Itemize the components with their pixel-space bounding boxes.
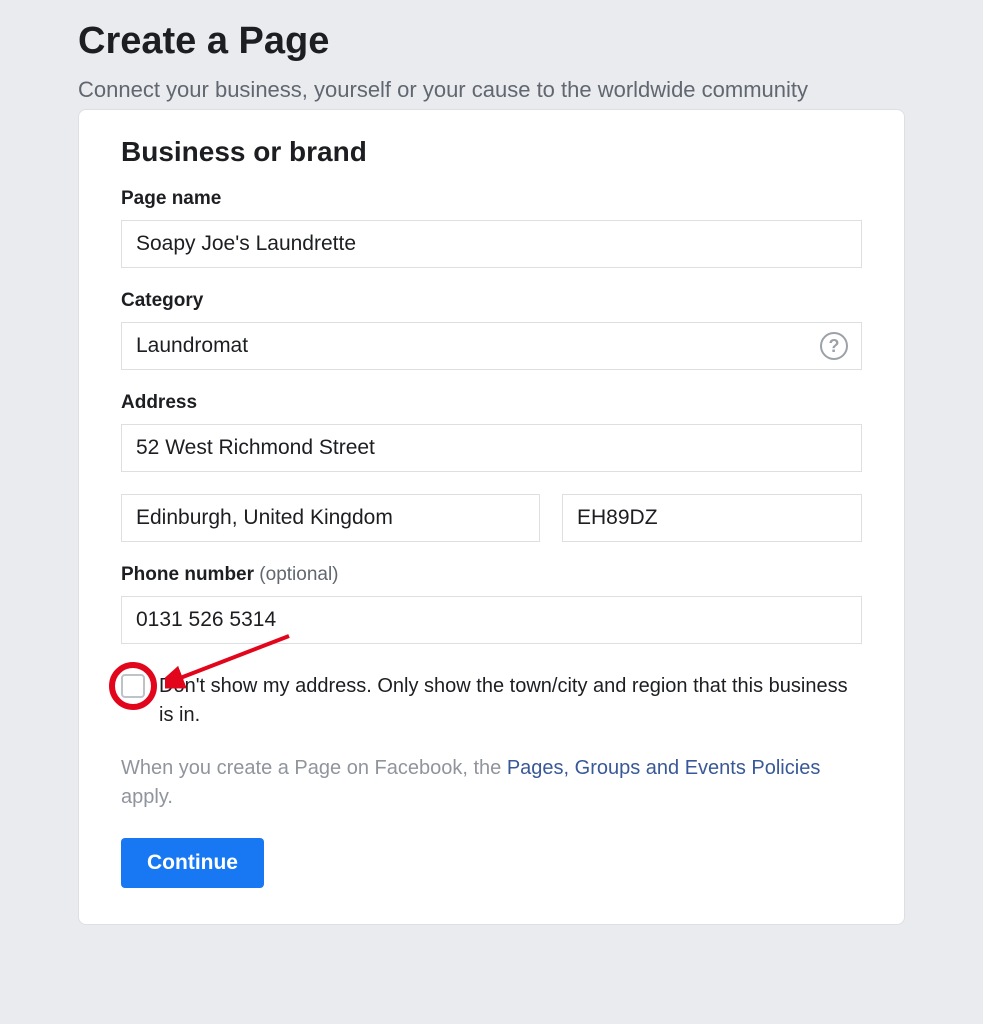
help-icon[interactable]: ? [820, 332, 848, 360]
hide-address-label: Don't show my address. Only show the tow… [159, 672, 862, 730]
policy-suffix: apply. [121, 786, 173, 808]
hide-address-checkbox[interactable] [121, 674, 145, 698]
section-title: Business or brand [121, 136, 862, 168]
policy-link[interactable]: Pages, Groups and Events Policies [507, 757, 821, 779]
category-input[interactable] [121, 322, 862, 370]
address-label: Address [121, 392, 862, 414]
city-input[interactable] [121, 494, 540, 542]
policy-prefix: When you create a Page on Facebook, the [121, 757, 507, 779]
address-group: Address [121, 392, 862, 542]
page-name-label: Page name [121, 188, 862, 210]
form-card: Business or brand Page name Category ? A… [78, 109, 905, 925]
phone-label: Phone number (optional) [121, 564, 862, 586]
phone-label-text: Phone number [121, 564, 254, 585]
page-name-group: Page name [121, 188, 862, 268]
phone-optional-text: (optional) [254, 564, 339, 585]
street-input[interactable] [121, 424, 862, 472]
page-subtitle: Connect your business, yourself or your … [78, 77, 905, 103]
policy-text: When you create a Page on Facebook, the … [121, 754, 862, 812]
hide-address-row: Don't show my address. Only show the tow… [121, 672, 862, 730]
phone-group: Phone number (optional) [121, 564, 862, 644]
zip-input[interactable] [562, 494, 862, 542]
category-group: Category ? [121, 290, 862, 370]
phone-input[interactable] [121, 596, 862, 644]
category-label: Category [121, 290, 862, 312]
page-title: Create a Page [78, 20, 905, 63]
page-name-input[interactable] [121, 220, 862, 268]
continue-button[interactable]: Continue [121, 838, 264, 888]
